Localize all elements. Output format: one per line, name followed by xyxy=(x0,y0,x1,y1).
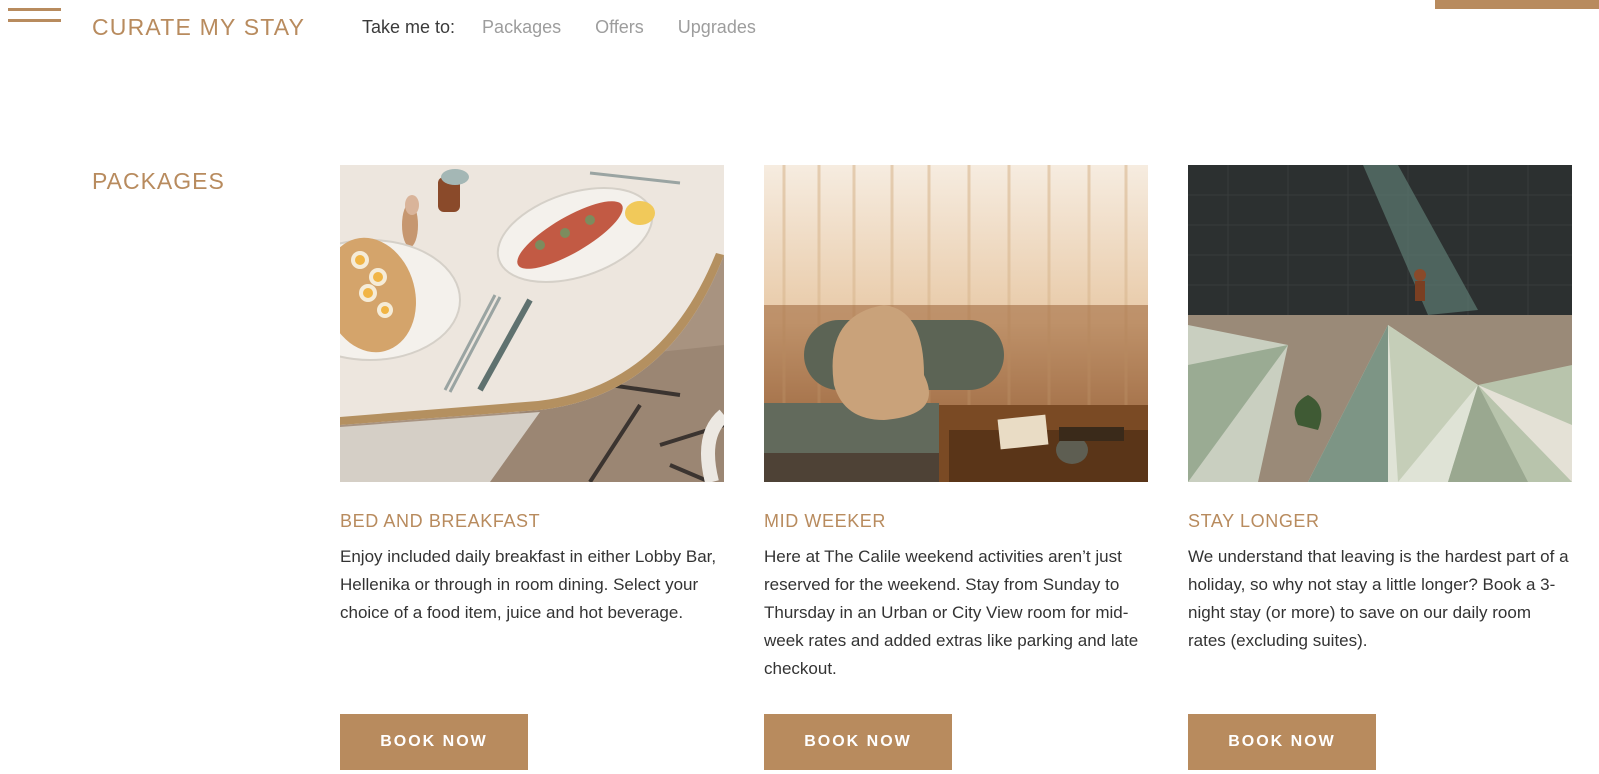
package-card-stay-longer: STAY LONGER We understand that leaving i… xyxy=(1188,165,1572,770)
hamburger-line-bottom xyxy=(8,19,61,22)
menu-hamburger-icon[interactable] xyxy=(8,8,61,22)
card-description: Here at The Calile weekend activities ar… xyxy=(764,547,1139,678)
book-now-button-bed-and-breakfast[interactable]: BOOK NOW xyxy=(340,714,528,770)
site-logo[interactable]: CURATE MY STAY xyxy=(92,12,305,42)
book-now-button-stay-longer[interactable]: BOOK NOW xyxy=(1188,714,1376,770)
top-right-accent-bar xyxy=(1435,0,1599,9)
card-title: BED AND BREAKFAST xyxy=(340,511,541,531)
breakfast-table-photo xyxy=(340,165,724,482)
lounge-daybed-photo xyxy=(764,165,1148,482)
package-card-mid-weeker: MID WEEKER Here at The Calile weekend ac… xyxy=(764,165,1148,770)
nav-label: Take me to: xyxy=(362,17,456,37)
nav-link-packages[interactable]: Packages xyxy=(482,14,561,40)
package-card-bed-and-breakfast: BED AND BREAKFAST Enjoy included daily b… xyxy=(340,165,724,770)
nav-link-upgrades[interactable]: Upgrades xyxy=(678,14,756,40)
card-title: STAY LONGER xyxy=(1188,511,1320,531)
pool-umbrellas-photo xyxy=(1188,165,1572,482)
card-description: We understand that leaving is the hardes… xyxy=(1188,547,1569,650)
hamburger-line-top xyxy=(8,8,61,11)
book-now-button-mid-weeker[interactable]: BOOK NOW xyxy=(764,714,952,770)
card-title: MID WEEKER xyxy=(764,511,887,531)
section-heading-packages: PACKAGES xyxy=(92,168,225,194)
quick-nav: Take me to: Packages Offers Upgrades xyxy=(362,14,790,40)
card-description: Enjoy included daily breakfast in either… xyxy=(340,547,717,622)
nav-link-offers[interactable]: Offers xyxy=(595,14,644,40)
